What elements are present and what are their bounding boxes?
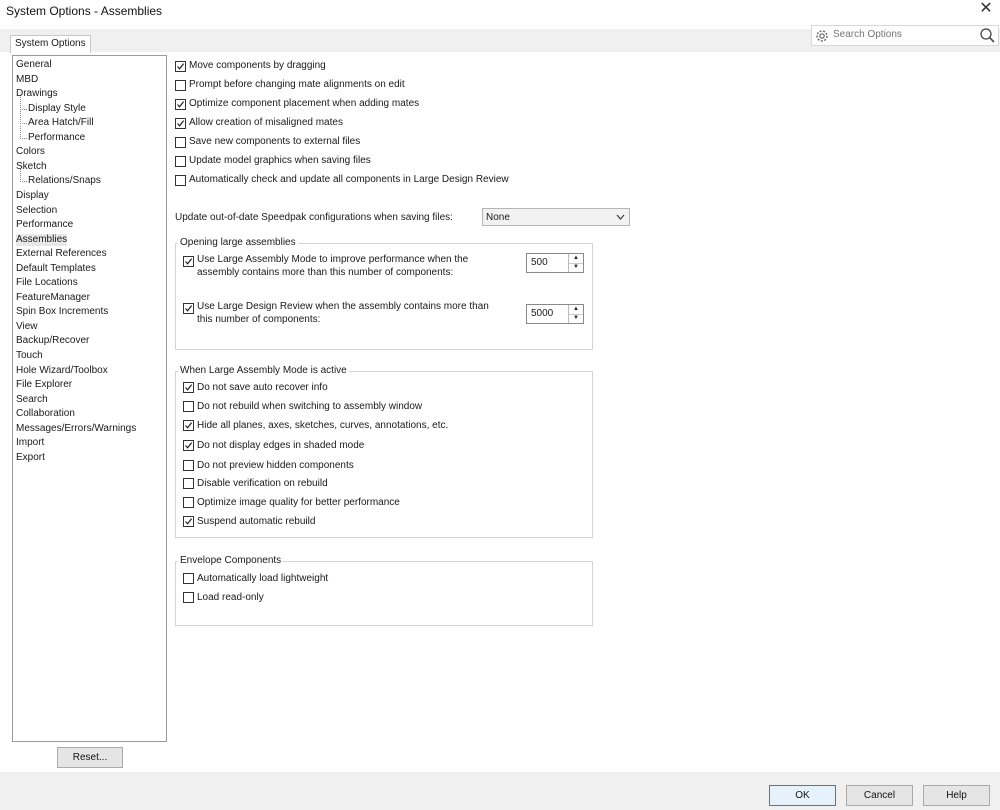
option-label: Update model graphics when saving files <box>189 155 371 166</box>
lam-option-checkbox[interactable] <box>183 460 194 471</box>
chevron-down-icon <box>616 211 625 225</box>
tree-item[interactable]: Display Style <box>20 96 86 115</box>
option-checkbox[interactable] <box>175 156 186 167</box>
ldr-threshold-value: 5000 <box>531 308 554 319</box>
option-checkbox[interactable] <box>175 175 186 186</box>
lam-option-label: Do not display edges in shaded mode <box>197 440 365 451</box>
search-input[interactable] <box>833 29 973 40</box>
lam-option-label: Do not save auto recover info <box>197 382 328 393</box>
option-label: Prompt before changing mate alignments o… <box>189 79 405 90</box>
lam-option-label: Disable verification on rebuild <box>197 478 328 489</box>
envelope-option-label: Load read-only <box>197 592 264 603</box>
ldr-label-line1: Use Large Design Review when the assembl… <box>197 301 489 312</box>
ldr-threshold-spinner[interactable]: 5000 ▲ ▼ <box>526 304 584 324</box>
tree-item[interactable]: Relations/Snaps <box>20 169 101 187</box>
lam-option-checkbox[interactable] <box>183 478 194 489</box>
ldr-checkbox[interactable] <box>183 303 194 314</box>
reset-button[interactable]: Reset... <box>57 747 123 768</box>
lam-threshold-value: 500 <box>531 257 548 268</box>
spinner-arrows[interactable]: ▲ ▼ <box>568 305 583 323</box>
tree-item[interactable]: Performance <box>19 125 85 144</box>
tree-item[interactable]: Hole Wizard/Toolbox <box>16 365 108 377</box>
cancel-button[interactable]: Cancel <box>846 785 913 806</box>
opening-group-title: Opening large assemblies <box>178 237 298 249</box>
envelope-title: Envelope Components <box>178 555 284 567</box>
tree-item[interactable]: File Explorer <box>16 379 72 391</box>
lam-checkbox[interactable] <box>183 256 194 267</box>
option-label: Allow creation of misaligned mates <box>189 117 343 128</box>
lam-threshold-spinner[interactable]: 500 ▲ ▼ <box>526 253 584 273</box>
help-button[interactable]: Help <box>923 785 990 806</box>
tree-item[interactable]: FeatureManager <box>16 292 90 304</box>
tree-item[interactable]: External References <box>16 248 107 260</box>
lam-option-checkbox[interactable] <box>183 497 194 508</box>
tree-item[interactable]: View <box>16 321 38 333</box>
tree-item[interactable]: General <box>16 59 52 71</box>
tree-item[interactable]: Spin Box Increments <box>16 306 108 318</box>
option-checkbox[interactable] <box>175 61 186 72</box>
tree-item[interactable]: Touch <box>16 350 43 362</box>
lam-option-checkbox[interactable] <box>183 516 194 527</box>
tab-system-options[interactable]: System Options <box>10 35 91 53</box>
option-checkbox[interactable] <box>175 99 186 110</box>
tree-item[interactable]: File Locations <box>16 277 78 289</box>
gear-icon[interactable] <box>814 28 830 44</box>
tree-item[interactable]: Search <box>16 394 48 406</box>
tree-item[interactable]: Performance <box>16 219 73 231</box>
lam-option-label: Do not rebuild when switching to assembl… <box>197 401 423 412</box>
tree-item[interactable]: Area Hatch/Fill <box>20 111 94 129</box>
option-label: Save new components to external files <box>189 136 361 147</box>
speedpak-select[interactable]: None <box>482 208 630 226</box>
option-label: Optimize component placement when adding… <box>189 98 420 109</box>
tree-item[interactable]: Backup/Recover <box>16 335 89 347</box>
tree-item[interactable]: Colors <box>16 146 45 158</box>
tree-item[interactable]: MBD <box>16 74 38 86</box>
option-checkbox[interactable] <box>175 80 186 91</box>
tree-item[interactable]: Messages/Errors/Warnings <box>16 423 136 435</box>
options-tree[interactable]: General MBD Drawings Display Style Area Hatc… <box>12 55 167 742</box>
search-box[interactable] <box>811 25 999 46</box>
lam-option-checkbox[interactable] <box>183 420 194 431</box>
lam-option-checkbox[interactable] <box>183 382 194 393</box>
lam-active-group <box>175 371 593 538</box>
lam-active-title: When Large Assembly Mode is active <box>178 365 349 377</box>
tree-item[interactable]: Import <box>16 437 44 449</box>
lam-option-checkbox[interactable] <box>183 401 194 412</box>
envelope-option-label: Automatically load lightweight <box>197 573 329 584</box>
tree-item[interactable]: Selection <box>16 205 57 217</box>
lam-option-checkbox[interactable] <box>183 440 194 451</box>
lam-option-label: Hide all planes, axes, sketches, curves,… <box>197 420 449 431</box>
speedpak-label: Update out-of-date Speedpak configuratio… <box>175 212 453 223</box>
envelope-option-checkbox[interactable] <box>183 592 194 603</box>
option-label: Move components by dragging <box>189 60 326 71</box>
tree-item[interactable]: Assemblies <box>16 233 68 246</box>
close-icon[interactable]: ✕ <box>978 1 994 17</box>
speedpak-value: None <box>486 212 510 223</box>
tree-item[interactable]: Default Templates <box>16 263 96 275</box>
lam-label-line1: Use Large Assembly Mode to improve perfo… <box>197 254 469 265</box>
tree-item[interactable]: Collaboration <box>16 408 75 420</box>
lam-option-label: Suspend automatic rebuild <box>197 516 316 527</box>
spin-down-icon[interactable]: ▼ <box>569 263 583 272</box>
lam-label-line2: assembly contains more than this number … <box>197 267 454 278</box>
lam-option-label: Optimize image quality for better perfor… <box>197 497 400 508</box>
ldr-label-line2: this number of components: <box>197 314 321 325</box>
tree-item[interactable]: Export <box>16 452 45 464</box>
lam-option-label: Do not preview hidden components <box>197 460 354 471</box>
search-icon[interactable] <box>979 27 996 44</box>
spin-down-icon[interactable]: ▼ <box>569 314 583 323</box>
option-checkbox[interactable] <box>175 118 186 129</box>
window-title: System Options - Assemblies <box>6 4 163 18</box>
ok-button[interactable]: OK <box>769 785 836 806</box>
envelope-option-checkbox[interactable] <box>183 573 194 584</box>
spinner-arrows[interactable]: ▲ ▼ <box>568 254 583 272</box>
tree-item[interactable]: Display <box>16 190 49 202</box>
option-label: Automatically check and update all compo… <box>189 174 509 185</box>
option-checkbox[interactable] <box>175 137 186 148</box>
